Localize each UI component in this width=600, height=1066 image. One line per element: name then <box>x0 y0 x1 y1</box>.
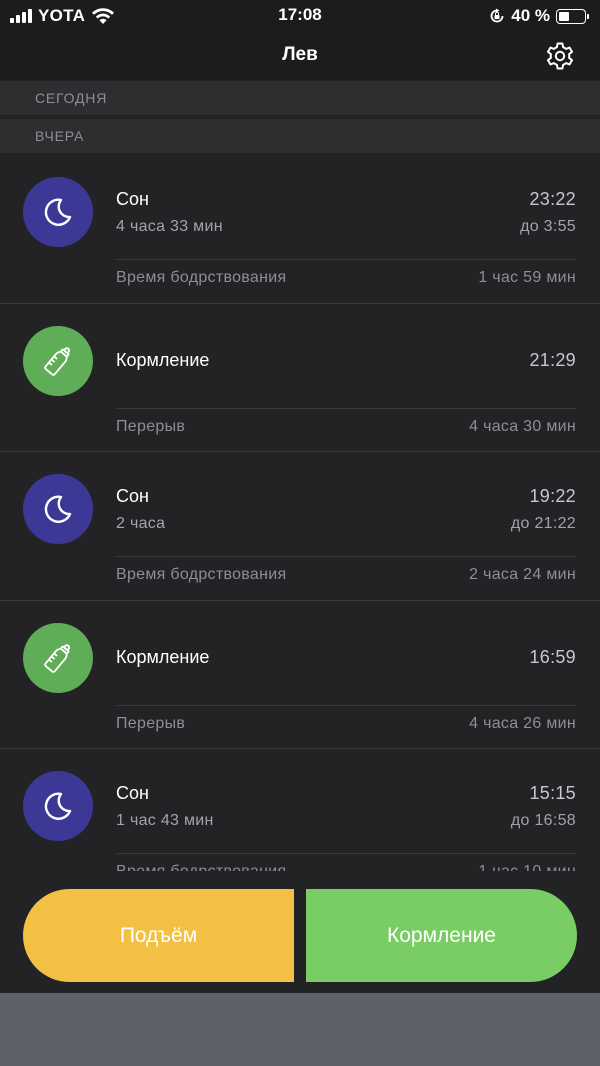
list-item-sleep[interactable]: Сон 19:22 2 часа до 21:22 Время бодрствовани… <box>0 452 600 601</box>
entry-interval-value: 1 час 10 мин <box>478 863 576 871</box>
entry-duration: 4 часа 33 мин <box>116 218 223 235</box>
battery-icon <box>556 8 589 24</box>
entry-interval-label: Время бодрствования <box>116 566 287 583</box>
entry-interval-value: 4 часа 26 мин <box>469 714 576 732</box>
entry-end-time: до 21:22 <box>510 515 576 532</box>
entry-title: Сон <box>116 189 149 209</box>
nav-bar: Лев <box>0 32 600 80</box>
battery-level <box>559 11 569 21</box>
action-bar: Подъём Кормление <box>0 871 600 993</box>
row-divider <box>116 407 576 409</box>
row-divider <box>116 556 576 557</box>
status-right: 40 % <box>489 5 589 27</box>
orientation-lock-icon <box>490 8 504 23</box>
moon-icon <box>44 198 72 226</box>
entry-interval-label: Время бодрствования <box>116 863 286 871</box>
section-header-yesterday: ВЧЕРА <box>0 119 600 153</box>
wake-button[interactable]: Подъём <box>23 889 294 982</box>
entry-time: 15:15 <box>529 783 576 803</box>
entry-interval-label: Время бодрствования <box>116 269 287 286</box>
row-divider <box>116 853 576 854</box>
sleep-avatar <box>23 177 93 247</box>
sleep-avatar <box>23 771 93 841</box>
entry-duration: 2 часа <box>116 515 166 532</box>
entry-title: Кормление <box>116 646 210 667</box>
status-bar: YOTA 17:08 40 % <box>0 0 600 32</box>
row-divider <box>116 704 576 706</box>
entry-title: Сон <box>116 783 149 803</box>
settings-button[interactable] <box>542 38 578 74</box>
entry-interval-value: 4 часа 30 мин <box>469 417 576 435</box>
gear-icon <box>547 42 573 70</box>
entry-time: 16:59 <box>529 646 576 667</box>
entry-time: 23:22 <box>529 189 576 209</box>
event-list[interactable]: Сон 23:22 4 часа 33 мин до 3:55 Время бодрст… <box>0 155 600 871</box>
entry-duration: 1 час 43 мин <box>116 812 214 829</box>
sleep-avatar <box>23 474 93 544</box>
home-indicator-area <box>0 993 600 1066</box>
bottle-icon <box>44 346 71 376</box>
entry-end-time: до 3:55 <box>520 218 576 235</box>
list-item-sleep[interactable]: Сон 15:15 1 час 43 мин до 16:58 Время бодрст… <box>0 749 600 871</box>
bottle-icon <box>44 643 71 673</box>
feeding-avatar <box>23 622 93 693</box>
row-divider <box>116 259 576 260</box>
list-item-sleep[interactable]: Сон 23:22 4 часа 33 мин до 3:55 Время бодрст… <box>0 155 600 304</box>
entry-title: Кормление <box>116 349 210 370</box>
entry-interval-label: Перерыв <box>116 714 186 732</box>
entry-interval-value: 1 час 59 мин <box>478 269 576 286</box>
list-item-feed[interactable]: Кормление 16:59 Перерыв 4 часа 26 мин <box>0 601 600 749</box>
entry-interval-label: Перерыв <box>116 417 186 435</box>
battery-percent: 40 % <box>511 6 550 25</box>
moon-icon <box>44 792 72 820</box>
entry-time: 21:29 <box>529 349 576 370</box>
feed-button[interactable]: Кормление <box>306 889 577 982</box>
feeding-avatar <box>23 325 93 396</box>
list-item-feed[interactable]: Кормление 21:29 Перерыв 4 часа 30 мин <box>0 304 600 452</box>
entry-end-time: до 16:58 <box>510 812 576 829</box>
entry-title: Сон <box>116 486 149 506</box>
entry-interval-value: 2 часа 24 мин <box>469 566 576 583</box>
page-title: Лев <box>282 44 318 65</box>
section-header-today: СЕГОДНЯ <box>0 81 600 115</box>
entry-time: 19:22 <box>529 486 576 506</box>
moon-icon <box>44 495 72 523</box>
